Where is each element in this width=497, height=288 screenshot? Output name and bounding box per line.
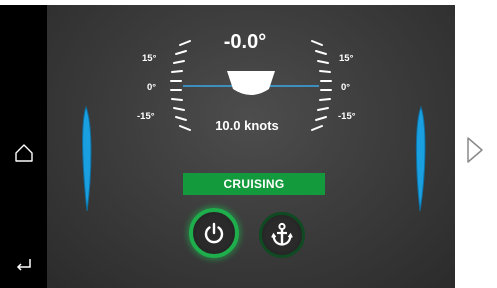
left-tick-label-mid: 0° — [147, 82, 157, 93]
left-tick-label-top: 15° — [142, 53, 157, 64]
left-tick-label-bottom: -15° — [137, 111, 155, 122]
anchor-button[interactable] — [259, 212, 305, 258]
anchor-icon — [271, 222, 293, 246]
trim-tab-screen: 15° 0° -15° 15° 0° -15° -0.0° 10.0 knots… — [47, 5, 455, 288]
device-frame: 15° 0° -15° 15° 0° -15° -0.0° 10.0 knots… — [0, 0, 497, 288]
speed-readout: 10.0 knots — [215, 118, 279, 133]
mode-status-label: CRUISING — [223, 177, 285, 191]
right-tick-label-bottom: -15° — [338, 111, 356, 122]
right-tick-label-mid: 0° — [341, 82, 351, 93]
navigation-bar — [0, 5, 47, 288]
heel-gauge — [170, 40, 332, 131]
right-tick-label-top: 15° — [339, 53, 354, 64]
heel-angle-readout: -0.0° — [223, 31, 267, 53]
power-icon — [204, 222, 224, 244]
hull-icon — [227, 71, 275, 95]
chevron-right-icon — [467, 137, 483, 163]
power-button[interactable] — [189, 208, 239, 258]
home-button[interactable] — [0, 133, 47, 173]
home-icon — [14, 144, 33, 162]
back-arrow-icon — [16, 259, 31, 271]
mode-status-badge: CRUISING — [183, 173, 325, 195]
back-button[interactable] — [0, 243, 47, 283]
next-page-button[interactable] — [462, 132, 488, 168]
